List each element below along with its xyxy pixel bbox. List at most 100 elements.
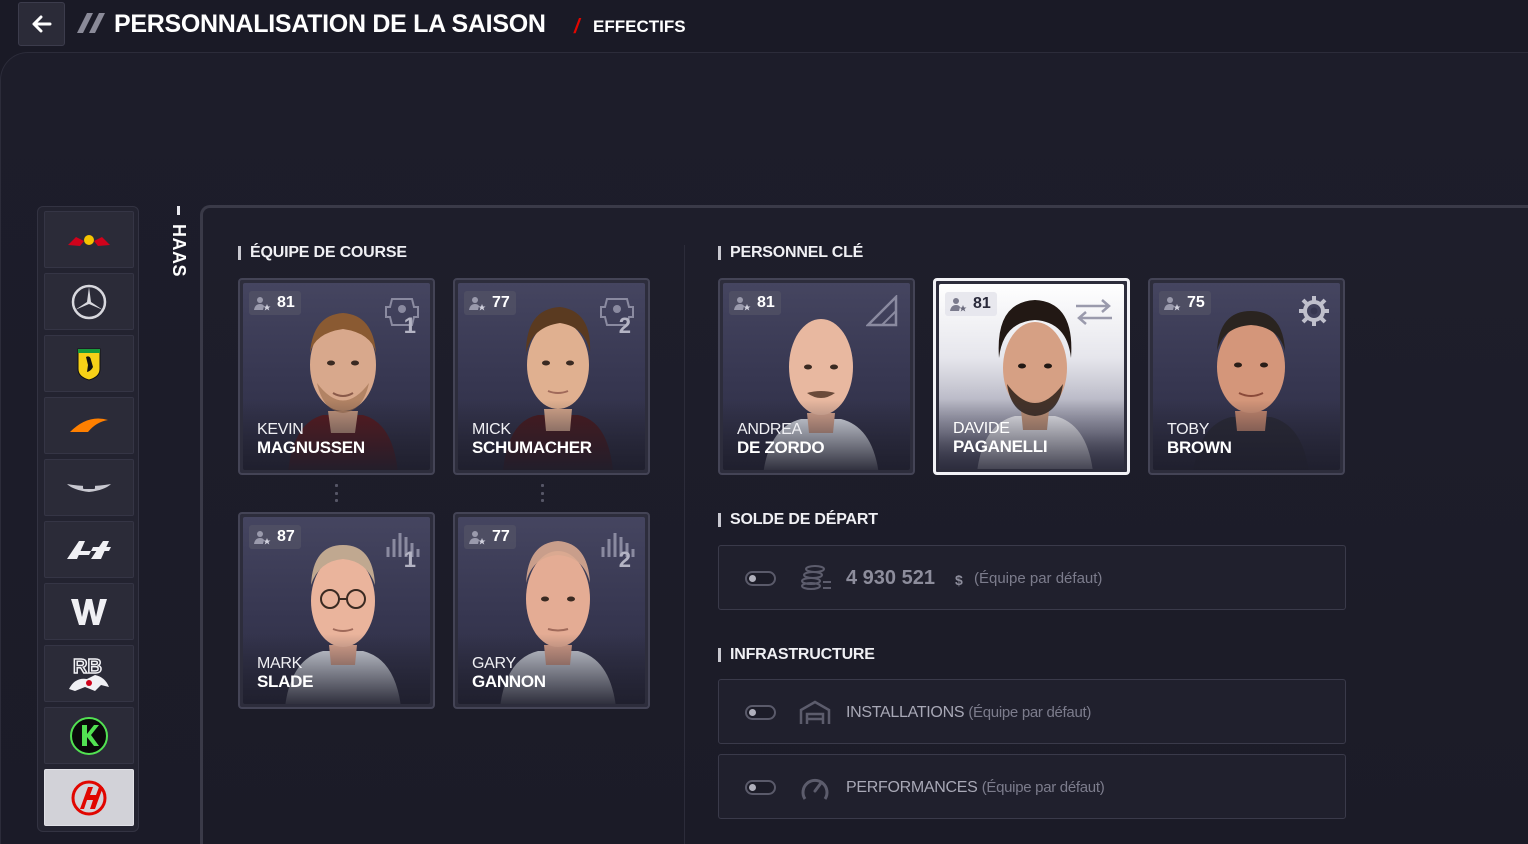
infrastructure-title: INFRASTRUCTURE xyxy=(718,646,875,664)
rating-value: 81 xyxy=(757,294,775,311)
team-item-rb[interactable]: RB xyxy=(44,645,134,702)
installations-note: (Équipe par défaut) xyxy=(968,704,1092,721)
link-dots xyxy=(541,484,545,502)
gear-icon xyxy=(1299,296,1329,326)
money-stack-icon xyxy=(801,565,831,590)
last-name: PAGANELLI xyxy=(953,437,1048,456)
performances-toggle[interactable] xyxy=(745,780,776,795)
alpine-logo-icon xyxy=(67,540,111,559)
first-name: TOBY xyxy=(1167,421,1210,438)
selected-team-label: HAAS xyxy=(168,206,190,296)
rating-value: 87 xyxy=(277,528,295,545)
starting-balance-note: (Équipe par défaut) xyxy=(974,570,1103,587)
driver-card-2[interactable]: 77 2 MICK SCHUMACHER xyxy=(453,278,650,475)
red-bull-logo-icon xyxy=(68,234,110,246)
facilities-icon xyxy=(799,700,831,724)
williams-logo-icon xyxy=(71,598,107,625)
rating-badge: 75 xyxy=(1159,291,1211,315)
aston-martin-logo-icon xyxy=(67,483,111,492)
rating-badge: 77 xyxy=(464,291,516,315)
last-name: SCHUMACHER xyxy=(472,438,592,457)
rb-logo-icon: RB xyxy=(69,655,109,691)
last-name: BROWN xyxy=(1167,438,1232,457)
first-name: MARK xyxy=(257,655,303,672)
first-name: ANDREA xyxy=(737,421,802,438)
technical-director-icon xyxy=(866,295,898,327)
rating-value: 77 xyxy=(492,528,510,545)
page-title: PERSONNALISATION DE LA SAISON xyxy=(114,10,546,38)
engineer-number: 2 xyxy=(618,547,631,572)
rating-value: 81 xyxy=(973,295,991,312)
subtitle-separator: / xyxy=(574,16,580,38)
back-button[interactable] xyxy=(18,2,65,46)
driver-card-1[interactable]: 81 1 KEVIN MAGNUSSEN xyxy=(238,278,435,475)
person-star-icon xyxy=(254,297,271,311)
first-name: KEVIN xyxy=(257,421,304,438)
installations-label: INSTALLATIONS (Équipe par défaut) xyxy=(846,704,1092,721)
last-name: MAGNUSSEN xyxy=(257,438,365,457)
mercedes-logo-icon xyxy=(71,284,107,319)
infrastructure-row-performances: PERFORMANCES (Équipe par défaut) xyxy=(718,754,1346,819)
page-subtitle: EFFECTIFS xyxy=(593,17,686,36)
performances-label: PERFORMANCES (Équipe par défaut) xyxy=(846,779,1105,796)
staff-card-transfer[interactable]: 81 DAVIDE PAGANELLI xyxy=(933,278,1130,475)
transfer-arrows-icon xyxy=(1076,299,1112,325)
rating-badge: 87 xyxy=(249,525,301,549)
rating-badge: 77 xyxy=(464,525,516,549)
team-item-williams[interactable] xyxy=(44,583,134,640)
rating-badge: 81 xyxy=(249,291,301,315)
person-star-icon xyxy=(1164,297,1181,311)
starting-balance-title: SOLDE DE DÉPART xyxy=(718,511,878,529)
gauge-icon xyxy=(801,778,829,800)
staff-card-technical-director[interactable]: 81 ANDREA DE ZORDO xyxy=(718,278,915,475)
person-star-icon xyxy=(734,297,751,311)
team-item-alpine[interactable] xyxy=(44,521,134,578)
starting-balance-row: 4 930 521 $ (Équipe par défaut) xyxy=(718,545,1346,610)
team-item-mclaren[interactable] xyxy=(44,397,134,454)
last-name: SLADE xyxy=(257,672,314,691)
ferrari-logo-icon xyxy=(77,348,101,381)
first-name: GARY xyxy=(472,655,516,672)
currency-symbol: $ xyxy=(955,572,963,588)
person-star-icon xyxy=(950,298,967,312)
engineer-card-1[interactable]: 87 1 MARK SLADE xyxy=(238,512,435,709)
person-star-icon xyxy=(469,531,486,545)
last-name: DE ZORDO xyxy=(737,438,825,457)
installations-toggle[interactable] xyxy=(745,705,776,720)
race-team-title: ÉQUIPE DE COURSE xyxy=(238,244,407,262)
engineer-card-2[interactable]: 77 2 GARY GANNON xyxy=(453,512,650,709)
title-slashes-icon xyxy=(77,13,105,33)
infrastructure-row-installations: INSTALLATIONS (Équipe par défaut) xyxy=(718,679,1346,744)
arrow-left-icon xyxy=(32,15,51,33)
team-item-ferrari[interactable] xyxy=(44,335,134,392)
column-divider xyxy=(684,245,685,844)
staff-card-engineering[interactable]: 75 TOBY BROWN xyxy=(1148,278,1345,475)
rating-value: 81 xyxy=(277,294,295,311)
engineer-number: 1 xyxy=(403,547,416,572)
sauber-logo-icon xyxy=(70,716,108,755)
person-star-icon xyxy=(469,297,486,311)
first-name: MICK xyxy=(472,421,511,438)
team-item-aston-martin[interactable] xyxy=(44,459,134,516)
team-item-red-bull[interactable] xyxy=(44,211,134,268)
performances-note: (Équipe par défaut) xyxy=(981,779,1105,796)
team-item-haas[interactable] xyxy=(44,769,134,826)
mclaren-logo-icon xyxy=(70,418,108,432)
team-item-sauber[interactable] xyxy=(44,707,134,764)
svg-text:RB: RB xyxy=(73,656,102,678)
person-star-icon xyxy=(254,531,271,545)
starting-balance-toggle[interactable] xyxy=(745,571,776,586)
starting-balance-amount: 4 930 521 xyxy=(846,567,935,589)
first-name: DAVIDE xyxy=(953,420,1010,437)
rating-badge: 81 xyxy=(729,291,781,315)
last-name: GANNON xyxy=(472,672,546,691)
driver-number: 1 xyxy=(403,313,416,338)
rating-badge: 81 xyxy=(945,292,997,316)
team-selector: RB xyxy=(37,206,139,832)
link-dots xyxy=(335,484,339,502)
team-item-mercedes[interactable] xyxy=(44,273,134,330)
haas-logo-icon xyxy=(71,780,107,815)
rating-value: 77 xyxy=(492,294,510,311)
key-staff-title: PERSONNEL CLÉ xyxy=(718,244,863,262)
driver-number: 2 xyxy=(618,313,631,338)
